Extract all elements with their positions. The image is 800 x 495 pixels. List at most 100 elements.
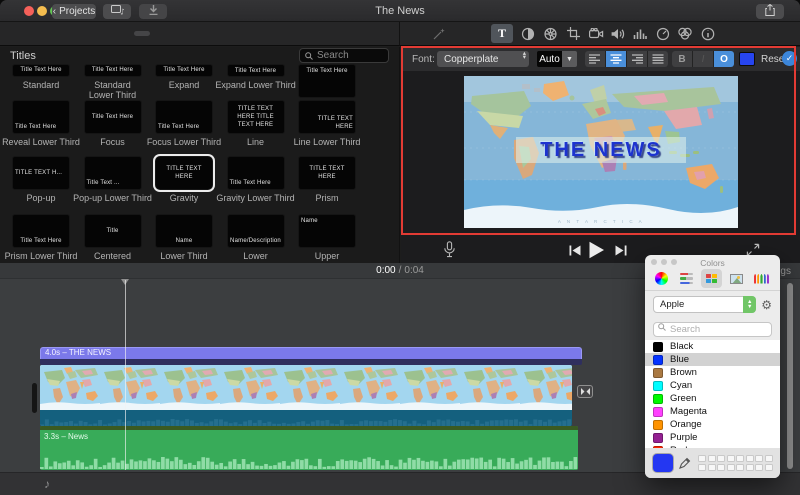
color-correction-icon[interactable] — [517, 24, 539, 43]
info-icon[interactable] — [697, 24, 719, 43]
empty-swatch-slot[interactable] — [745, 454, 754, 463]
text-color-swatch[interactable] — [739, 52, 755, 66]
minimize-dot-icon[interactable] — [661, 259, 667, 265]
title-style-upper[interactable]: Name Upper — [298, 214, 356, 261]
empty-swatch-slot[interactable] — [736, 463, 744, 472]
justify-button[interactable] — [648, 51, 668, 67]
color-balance-icon[interactable] — [539, 24, 561, 43]
pencils-tab[interactable] — [751, 269, 772, 288]
volume-icon[interactable] — [607, 24, 629, 43]
color-row-magenta[interactable]: Magenta — [645, 405, 780, 418]
empty-swatch-slot[interactable] — [764, 463, 773, 472]
font-family-dropdown[interactable]: Copperplate ▴ ▾ — [437, 50, 529, 67]
title-style-line-lower-third[interactable]: TITLE TEXT HERE Line Lower Third — [294, 100, 360, 156]
current-color-swatch[interactable] — [652, 453, 674, 473]
window-control-dots[interactable] — [651, 259, 677, 265]
align-left-button[interactable] — [585, 51, 605, 67]
color-row-orange[interactable]: Orange — [645, 418, 780, 431]
outline-button[interactable]: O — [714, 51, 734, 67]
title-clip[interactable]: 4.0s – THE NEWS — [40, 347, 582, 365]
title-style-centered[interactable]: Title Centered — [83, 214, 142, 261]
title-style-standard-lower-third[interactable]: Title Text Here Standard Lower Third — [83, 64, 142, 100]
title-style-expand-lower-third[interactable]: Title Text Here Expand Lower Third — [215, 64, 296, 100]
font-size-dropdown-button[interactable]: ▼ — [562, 51, 577, 67]
title-style-pop-up-lower-third[interactable]: Title Text ... Pop-up Lower Third — [73, 156, 152, 214]
title-style-prism[interactable]: TITLE TEXT HERE Prism — [298, 156, 356, 214]
title-style-reveal[interactable]: Title Text Here Reveal — [298, 64, 356, 111]
colors-search-input[interactable] — [653, 322, 772, 337]
clip-transition-handle[interactable] — [577, 385, 593, 398]
titles-text-icon[interactable]: T — [491, 24, 513, 43]
title-style-reveal-lower-third[interactable]: Title Text Here Reveal Lower Third — [2, 100, 80, 156]
empty-swatch-slot[interactable] — [707, 463, 716, 472]
color-row-cyan[interactable]: Cyan — [645, 379, 780, 392]
tab-my-media[interactable] — [76, 31, 92, 36]
empty-swatch-slot[interactable] — [717, 454, 725, 463]
title-style-gravity-lower-third[interactable]: Title Text Here Gravity Lower Third — [216, 156, 295, 214]
empty-swatch-slot[interactable] — [726, 454, 735, 463]
title-style-prism-lower-third[interactable]: Title Text Here Prism Lower Third — [5, 214, 77, 261]
clip-filter-icon[interactable] — [674, 24, 696, 43]
empty-swatch-slot[interactable] — [707, 454, 716, 463]
previous-frame-button[interactable] — [569, 245, 581, 256]
color-row-purple[interactable]: Purple — [645, 431, 780, 444]
playhead-line[interactable] — [125, 280, 126, 470]
align-right-button[interactable] — [627, 51, 647, 67]
empty-swatch-slot[interactable] — [764, 454, 773, 463]
titles-search-field[interactable] — [299, 48, 389, 63]
search-input[interactable] — [317, 50, 381, 61]
title-style-gravity[interactable]: TITLE TEXT HERE Gravity — [155, 156, 213, 214]
color-wheel-tab[interactable] — [651, 269, 672, 288]
enhance-wand-icon[interactable] — [428, 24, 450, 43]
download-button[interactable] — [139, 4, 167, 19]
share-button[interactable] — [756, 3, 784, 19]
title-overlay-band[interactable]: THE NEWS — [516, 137, 686, 163]
italic-button[interactable]: I — [693, 51, 713, 67]
title-style-standard[interactable]: Title Text Here Standard — [12, 64, 70, 100]
tab-audio[interactable] — [105, 31, 121, 36]
voiceover-mic-icon[interactable] — [443, 241, 456, 258]
tab-backgrounds[interactable] — [163, 31, 179, 36]
title-style-focus-lower-third[interactable]: Title Text Here Focus Lower Third — [147, 100, 221, 156]
media-library-button[interactable]: ♪ — [103, 4, 131, 19]
color-palettes-tab[interactable] — [701, 269, 722, 288]
eyedropper-icon[interactable] — [679, 457, 691, 469]
audio-clip[interactable]: 3.3s – News — [40, 426, 578, 470]
empty-swatch-slot[interactable] — [717, 463, 725, 472]
title-style-expand[interactable]: Title Text Here Expand — [155, 64, 213, 100]
title-overlay-text[interactable]: THE NEWS — [540, 139, 662, 162]
play-button[interactable] — [588, 241, 605, 259]
crop-icon[interactable] — [562, 24, 584, 43]
speed-gauge-icon[interactable] — [652, 24, 674, 43]
music-note-icon[interactable]: ♪ — [44, 477, 50, 491]
title-style-lower-third[interactable]: Name Lower Third — [155, 214, 213, 261]
color-row-blue[interactable]: Blue — [645, 353, 780, 366]
noise-equalizer-icon[interactable] — [629, 24, 651, 43]
title-style-focus[interactable]: Title Text Here Focus — [83, 100, 142, 156]
tab-titles[interactable] — [134, 31, 150, 36]
empty-swatch-slot[interactable] — [726, 463, 735, 472]
empty-swatch-slot[interactable] — [755, 454, 763, 463]
next-frame-button[interactable] — [615, 245, 627, 256]
empty-swatch-slot[interactable] — [698, 463, 706, 472]
color-row-black[interactable]: Black — [645, 340, 780, 353]
color-row-green[interactable]: Green — [645, 392, 780, 405]
palette-dropdown[interactable]: Apple ▲ ▼ — [653, 296, 757, 313]
title-style-line[interactable]: TITLE TEXT HERE TITLE TEXT HERE Line — [226, 100, 285, 156]
bold-button[interactable]: B — [672, 51, 692, 67]
empty-swatch-slot[interactable] — [736, 454, 744, 463]
zoom-dot-icon[interactable] — [671, 259, 677, 265]
title-style-pop-up[interactable]: TITLE TEXT H... Pop-up — [12, 156, 70, 214]
saved-swatches-grid[interactable] — [698, 454, 773, 472]
video-clip[interactable] — [40, 365, 572, 426]
colors-panel-titlebar[interactable]: Colors — [645, 255, 780, 268]
align-center-button[interactable] — [606, 51, 626, 67]
color-row-brown[interactable]: Brown — [645, 366, 780, 379]
image-palettes-tab[interactable] — [726, 269, 747, 288]
color-sliders-tab[interactable] — [676, 269, 697, 288]
font-size-value[interactable]: Auto — [537, 51, 562, 67]
empty-swatch-slot[interactable] — [755, 463, 763, 472]
title-style-lower[interactable]: Name/Description Lower — [226, 214, 285, 261]
tab-transitions[interactable] — [192, 31, 208, 36]
apply-check-button[interactable]: ✓ — [782, 51, 797, 66]
